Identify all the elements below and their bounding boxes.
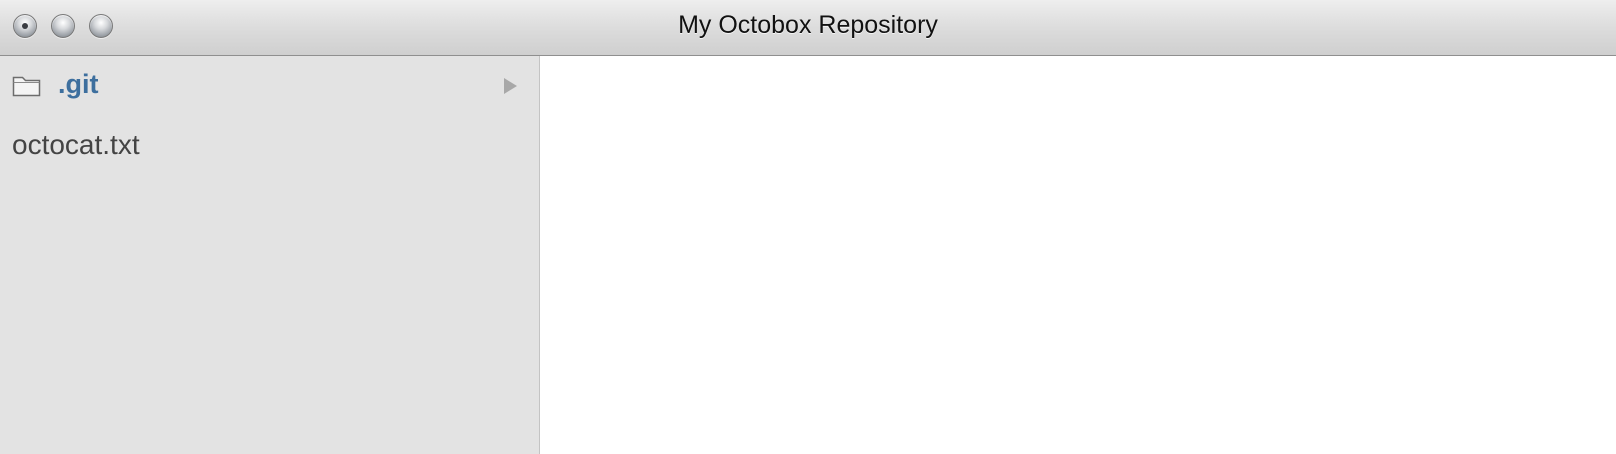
sidebar-item-git-folder[interactable]: .git <box>0 56 539 116</box>
file-sidebar: .git octocat.txt <box>0 56 540 454</box>
file-label: octocat.txt <box>12 129 140 160</box>
folder-label: .git <box>58 69 99 99</box>
chevron-right-icon[interactable] <box>504 78 517 94</box>
folder-icon <box>12 76 41 97</box>
window-title: My Octobox Repository <box>678 11 938 39</box>
title-bar[interactable]: My Octobox Repository <box>0 0 1616 56</box>
file-preview-pane <box>540 56 1616 454</box>
sidebar-item-octocat-file[interactable]: octocat.txt <box>0 116 539 176</box>
app-window: My Octobox Repository .git octocat.txt <box>0 0 1616 454</box>
